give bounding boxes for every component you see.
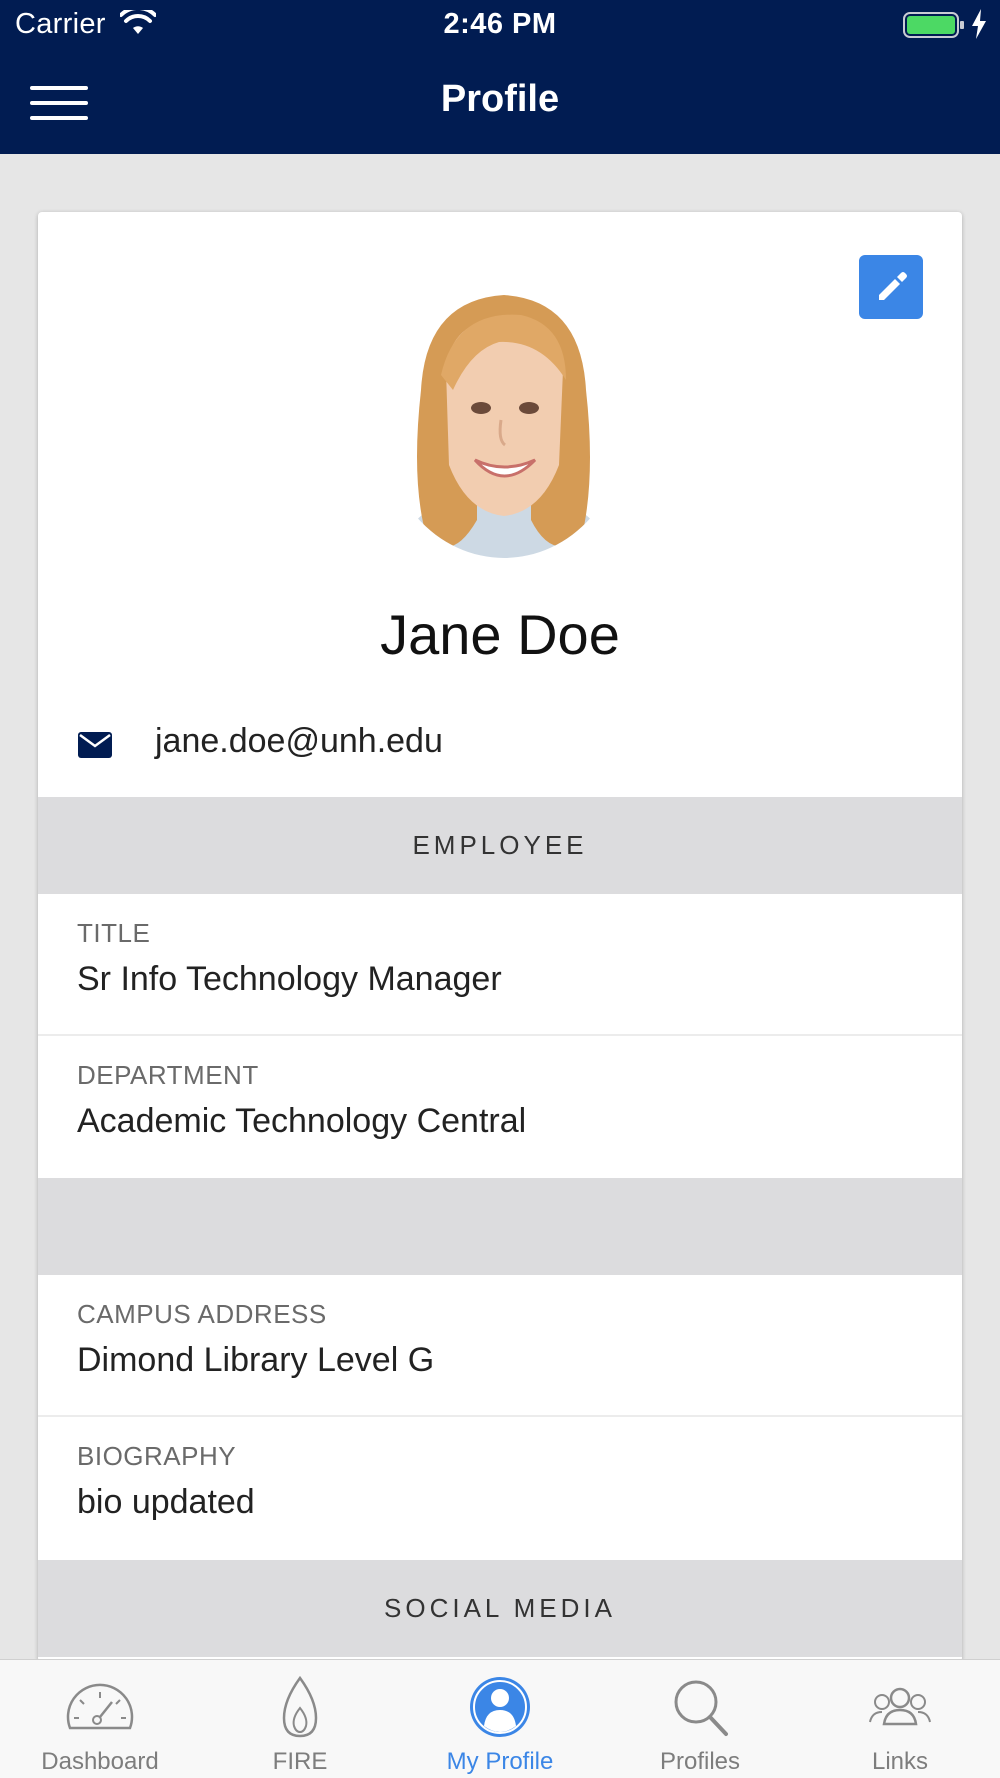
field-label: DEPARTMENT [77,1060,259,1090]
field-department: DEPARTMENT Academic Technology Central [38,1036,962,1178]
charging-bolt-icon [972,9,986,39]
search-icon [674,1680,728,1736]
battery-icon [903,12,964,38]
status-bar: Carrier 2:46 PM [0,0,1000,50]
tab-my-profile[interactable]: My Profile [400,1660,600,1778]
tab-links[interactable]: Links [800,1660,1000,1778]
tab-bar: Dashboard FIRE My Profile Profiles Links [0,1659,1000,1778]
profile-card: Jane Doe jane.doe@unh.edu EMPLOYEE TITLE… [38,212,962,1662]
flame-icon [282,1675,318,1738]
group-icon [869,1687,931,1726]
tab-dashboard[interactable]: Dashboard [0,1660,200,1778]
avatar [381,280,627,558]
field-label: CAMPUS ADDRESS [77,1299,327,1329]
section-divider [38,1178,962,1275]
field-campus-address: CAMPUS ADDRESS Dimond Library Level G [38,1275,962,1417]
page-title: Profile [440,78,560,120]
status-time: 2:46 PM [443,8,557,40]
tab-label: My Profile [446,1748,554,1775]
edit-profile-button[interactable] [859,255,923,319]
envelope-icon [78,732,112,758]
field-biography: BIOGRAPHY bio updated [38,1417,962,1559]
field-label: TITLE [77,918,151,948]
pencil-icon [879,272,907,300]
tab-label: FIRE [272,1748,328,1775]
tab-profiles[interactable]: Profiles [600,1660,800,1778]
field-value: Academic Technology Central [77,1102,527,1140]
section-header-social-media: SOCIAL MEDIA [38,1560,962,1657]
field-value: Dimond Library Level G [77,1341,435,1379]
tab-fire[interactable]: FIRE [200,1660,400,1778]
dashboard-gauge-icon [66,1683,134,1730]
field-value: bio updated [77,1483,255,1521]
top-bar: Carrier 2:46 PM Profile [0,0,1000,154]
field-title: TITLE Sr Info Technology Manager [38,894,962,1036]
user-circle-icon [470,1677,530,1737]
tab-label: Links [871,1748,929,1775]
tab-label: Dashboard [41,1748,159,1775]
field-label: BIOGRAPHY [77,1441,237,1471]
tab-label: Profiles [659,1748,741,1775]
section-header-employee: EMPLOYEE [38,797,962,894]
profile-name: Jane Doe [380,603,620,666]
field-value: Sr Info Technology Manager [77,960,502,998]
email-link[interactable]: jane.doe@unh.edu [155,722,443,761]
